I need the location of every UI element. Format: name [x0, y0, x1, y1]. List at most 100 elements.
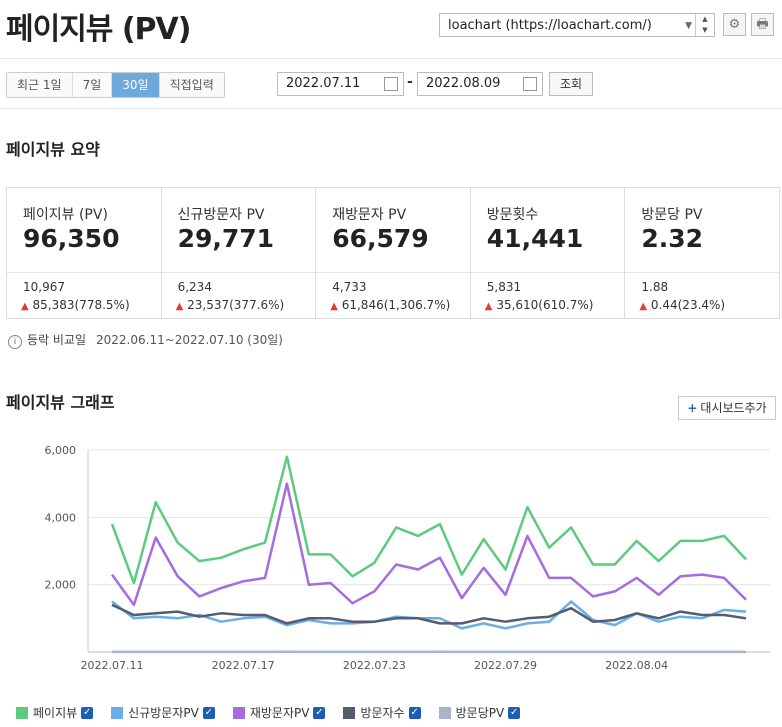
card-divider [625, 272, 779, 273]
legend-label: 방문당PV [455, 706, 505, 720]
card-prev-value: 1.88 [641, 280, 669, 294]
card-prev-value: 6,234 [177, 280, 212, 294]
summary-card-visits: 방문횟수 41,441 5,831 ▲ 35,610(610.7%) [470, 188, 626, 318]
card-prev-value: 10,967 [23, 280, 65, 294]
y-tick-label: 4,000 [45, 511, 77, 524]
card-value: 41,441 [486, 224, 584, 253]
compare-label: 등락 비교일 [27, 333, 87, 347]
legend-item[interactable]: 방문당PV ✓ [438, 704, 521, 721]
start-date-input[interactable]: 2022.07.11 [277, 72, 404, 96]
summary-card-pv: 페이지뷰 (PV) 96,350 10,967 ▲ 85,383(778.5%) [7, 188, 162, 318]
card-value: 29,771 [177, 224, 275, 253]
end-date-value: 2022.08.09 [426, 76, 501, 91]
legend-label: 신규방문자PV [128, 706, 199, 720]
pageview-line-chart: 2,000 4,000 6,000 2022.07.11 2022.07.17 2022.… [45, 444, 770, 672]
card-divider [161, 272, 316, 273]
y-tick-label: 6,000 [45, 444, 77, 457]
card-change-value: 61,846(1,306.7%) [341, 298, 451, 312]
card-change: ▲ 0.44(23.4%) [639, 298, 725, 312]
toolbar-divider [0, 108, 782, 109]
card-change: ▲ 61,846(1,306.7%) [330, 298, 450, 312]
legend-item[interactable]: 페이지뷰 ✓ [16, 704, 94, 721]
legend-label: 페이지뷰 [33, 706, 78, 720]
summary-card-pv-per-visit: 방문당 PV 2.32 1.88 ▲ 0.44(23.4%) [625, 188, 779, 318]
legend-item[interactable]: 방문자수 ✓ [343, 704, 421, 721]
series-line-3 [110, 482, 747, 607]
summary-card-new-pv: 신규방문자 PV 29,771 6,234 ▲ 23,537(377.6%) [161, 188, 317, 318]
x-tick-label: 2022.07.29 [474, 659, 537, 672]
tab-7days[interactable]: 7일 [72, 73, 113, 97]
card-divider [316, 272, 470, 273]
card-value: 2.32 [641, 224, 704, 253]
up-arrow-icon: ▲ [330, 301, 338, 312]
add-dashboard-label: 대시보드추가 [700, 401, 767, 415]
calendar-icon[interactable] [523, 77, 537, 91]
legend-checkbox[interactable]: ✓ [313, 706, 326, 719]
card-prev-value: 4,733 [332, 280, 367, 294]
legend-checkbox[interactable]: ✓ [408, 706, 421, 719]
chart-legend: 페이지뷰 ✓ 신규방문자PV ✓ 재방문자PV ✓ 방문자수 ✓ 방문당PV ✓ [16, 704, 538, 721]
tab-1day[interactable]: 최근 1일 [7, 73, 73, 97]
print-icon: 🖶 [756, 17, 769, 32]
end-date-input[interactable]: 2022.08.09 [417, 72, 543, 96]
card-change: ▲ 35,610(610.7%) [485, 298, 594, 312]
legend-item[interactable]: 신규방문자PV ✓ [111, 704, 215, 721]
card-divider [470, 272, 625, 273]
x-tick-label: 2022.07.17 [212, 659, 275, 672]
card-prev-value: 5,831 [486, 280, 522, 294]
card-label: 방문횟수 [486, 207, 539, 223]
legend-checkbox[interactable]: ✓ [202, 706, 215, 719]
settings-button[interactable]: ⚙ [723, 13, 746, 36]
graph-title: 페이지뷰 그래프 [6, 393, 115, 412]
up-arrow-icon: ▲ [639, 301, 648, 312]
card-label: 페이지뷰 (PV) [23, 207, 108, 223]
summary-card-return-pv: 재방문자 PV 66,579 4,733 ▲ 61,846(1,306.7%) [316, 188, 471, 318]
up-arrow-icon: ▲ [175, 301, 184, 312]
up-arrow-icon: ▲ [21, 301, 29, 312]
legend-label: 재방문자PV [249, 706, 310, 720]
info-icon: i [8, 335, 22, 349]
summary-title: 페이지뷰 요약 [6, 140, 100, 159]
legend-checkbox[interactable]: ✓ [81, 706, 94, 719]
start-date-value: 2022.07.11 [286, 76, 361, 91]
period-tabs: 최근 1일 7일 30일 직접입력 [6, 72, 225, 98]
y-tick-label: 2,000 [45, 579, 77, 592]
calendar-icon[interactable] [384, 77, 398, 91]
plus-icon: + [687, 401, 698, 415]
site-select[interactable]: loachart (https://loachart.com/) ▼ ▲ ▼ [439, 13, 715, 37]
legend-swatch [343, 706, 356, 719]
card-change: ▲ 23,537(377.6%) [176, 298, 285, 312]
header-divider [0, 58, 782, 59]
tab-custom[interactable]: 직접입력 [159, 73, 224, 97]
legend-swatch [438, 706, 451, 719]
x-tick-label: 2022.07.11 [81, 659, 144, 672]
legend-swatch [16, 706, 28, 719]
card-label: 재방문자 PV [332, 207, 407, 223]
up-arrow-icon: ▲ [484, 301, 493, 312]
query-button[interactable]: 조회 [549, 72, 593, 96]
legend-checkbox[interactable]: ✓ [508, 706, 521, 719]
x-tick-label: 2022.08.04 [605, 659, 668, 672]
compare-info: i 등락 비교일 2022.06.11~2022.07.10 (30일) [8, 331, 283, 349]
card-label: 방문당 PV [641, 207, 703, 223]
x-tick-label: 2022.07.23 [343, 659, 406, 672]
card-value: 66,579 [332, 224, 429, 253]
card-change-value: 85,383(778.5%) [32, 298, 130, 312]
summary-cards: 페이지뷰 (PV) 96,350 10,967 ▲ 85,383(778.5%)… [6, 187, 780, 319]
chevron-down-icon: ▼ [685, 21, 692, 31]
compare-period: 2022.06.11~2022.07.10 (30일) [96, 333, 283, 347]
add-dashboard-button[interactable]: + 대시보드추가 [678, 396, 776, 420]
legend-item[interactable]: 재방문자PV ✓ [232, 704, 326, 721]
stepper-icon[interactable]: ▲ ▼ [695, 14, 714, 36]
card-change-value: 0.44(23.4%) [650, 298, 726, 312]
legend-swatch [232, 706, 245, 719]
card-label: 신규방문자 PV [177, 207, 265, 223]
legend-swatch [111, 706, 124, 719]
print-button[interactable]: 🖶 [751, 13, 774, 36]
card-change: ▲ 85,383(778.5%) [21, 298, 130, 312]
site-select-value: loachart (https://loachart.com/) [448, 18, 652, 33]
card-change-value: 23,537(377.6%) [187, 298, 285, 312]
tab-30days[interactable]: 30일 [112, 73, 160, 97]
legend-label: 방문자수 [360, 706, 405, 720]
card-divider [7, 272, 161, 273]
